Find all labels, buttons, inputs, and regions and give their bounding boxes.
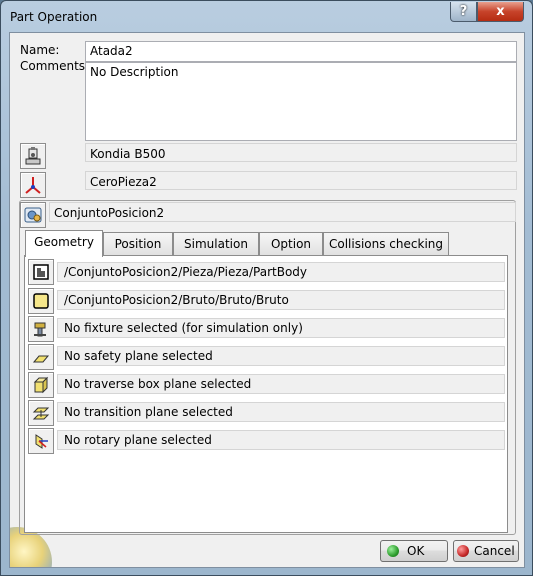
close-button[interactable]: x (477, 2, 524, 22)
fixture-value: No fixture selected (for simulation only… (57, 318, 505, 338)
rotary-plane-button[interactable] (28, 428, 54, 454)
geometry-panel: /ConjuntoPosicion2/Pieza/Pieza/PartBody … (24, 255, 508, 533)
product-icon (24, 207, 42, 223)
ok-label: OK (407, 544, 425, 558)
window-title: Part Operation (10, 10, 98, 24)
safety-plane-icon (32, 355, 50, 363)
machine-button[interactable] (20, 143, 46, 169)
traverse-box-button[interactable] (28, 372, 54, 398)
safety-plane-value: No safety plane selected (57, 346, 505, 366)
ok-icon (387, 545, 399, 557)
part-value: /ConjuntoPosicion2/Pieza/Pieza/PartBody (57, 262, 505, 282)
cancel-button[interactable]: Cancel (453, 540, 519, 562)
stock-button[interactable] (28, 288, 54, 314)
cancel-label: Cancel (474, 544, 515, 558)
transition-plane-button[interactable] (28, 400, 54, 426)
rotary-plane-icon (35, 434, 48, 449)
reference-point-button[interactable] (20, 172, 46, 198)
dialog-body: Name: Atada2 Comments: No Description Ko… (9, 32, 525, 568)
reference-value: CeroPieza2 (85, 171, 517, 190)
title-bar: Part Operation ? x (1, 1, 532, 33)
stock-icon (33, 293, 49, 309)
tab-simulation[interactable]: Simulation (173, 232, 259, 256)
comments-field[interactable]: No Description (85, 62, 517, 141)
tab-collisions-checking[interactable]: Collisions checking (323, 232, 449, 256)
close-icon: x (496, 4, 505, 19)
reference-axis-icon (25, 177, 41, 194)
traverse-box-icon (33, 376, 49, 394)
traverse-box-value: No traverse box plane selected (57, 374, 505, 394)
comments-label: Comments: (20, 59, 90, 73)
part-body-icon (33, 264, 49, 280)
machine-value: Kondia B500 (85, 143, 517, 162)
stock-value: /ConjuntoPosicion2/Bruto/Bruto/Bruto (57, 290, 505, 310)
rotary-plane-value: No rotary plane selected (57, 430, 505, 450)
tab-position[interactable]: Position (103, 232, 173, 256)
help-button[interactable]: ? (450, 2, 477, 22)
part-operation-window: Part Operation ? x Name: Atada2 Comments… (0, 0, 533, 576)
machine-icon (25, 147, 41, 165)
tab-geometry[interactable]: Geometry (25, 230, 103, 257)
product-value: ConjuntoPosicion2 (49, 202, 516, 222)
transition-plane-value: No transition plane selected (57, 402, 505, 422)
product-button[interactable] (20, 202, 46, 228)
transition-plane-icon (32, 407, 50, 420)
name-field[interactable]: Atada2 (85, 41, 517, 62)
ok-button[interactable]: OK (380, 540, 448, 562)
tab-option[interactable]: Option (259, 232, 323, 256)
cancel-icon (457, 545, 469, 557)
help-icon: ? (459, 4, 468, 19)
part-button[interactable] (28, 259, 54, 285)
fixture-icon (34, 322, 46, 337)
safety-plane-button[interactable] (28, 344, 54, 370)
fixture-button[interactable] (28, 316, 54, 342)
name-label: Name: (20, 43, 60, 57)
